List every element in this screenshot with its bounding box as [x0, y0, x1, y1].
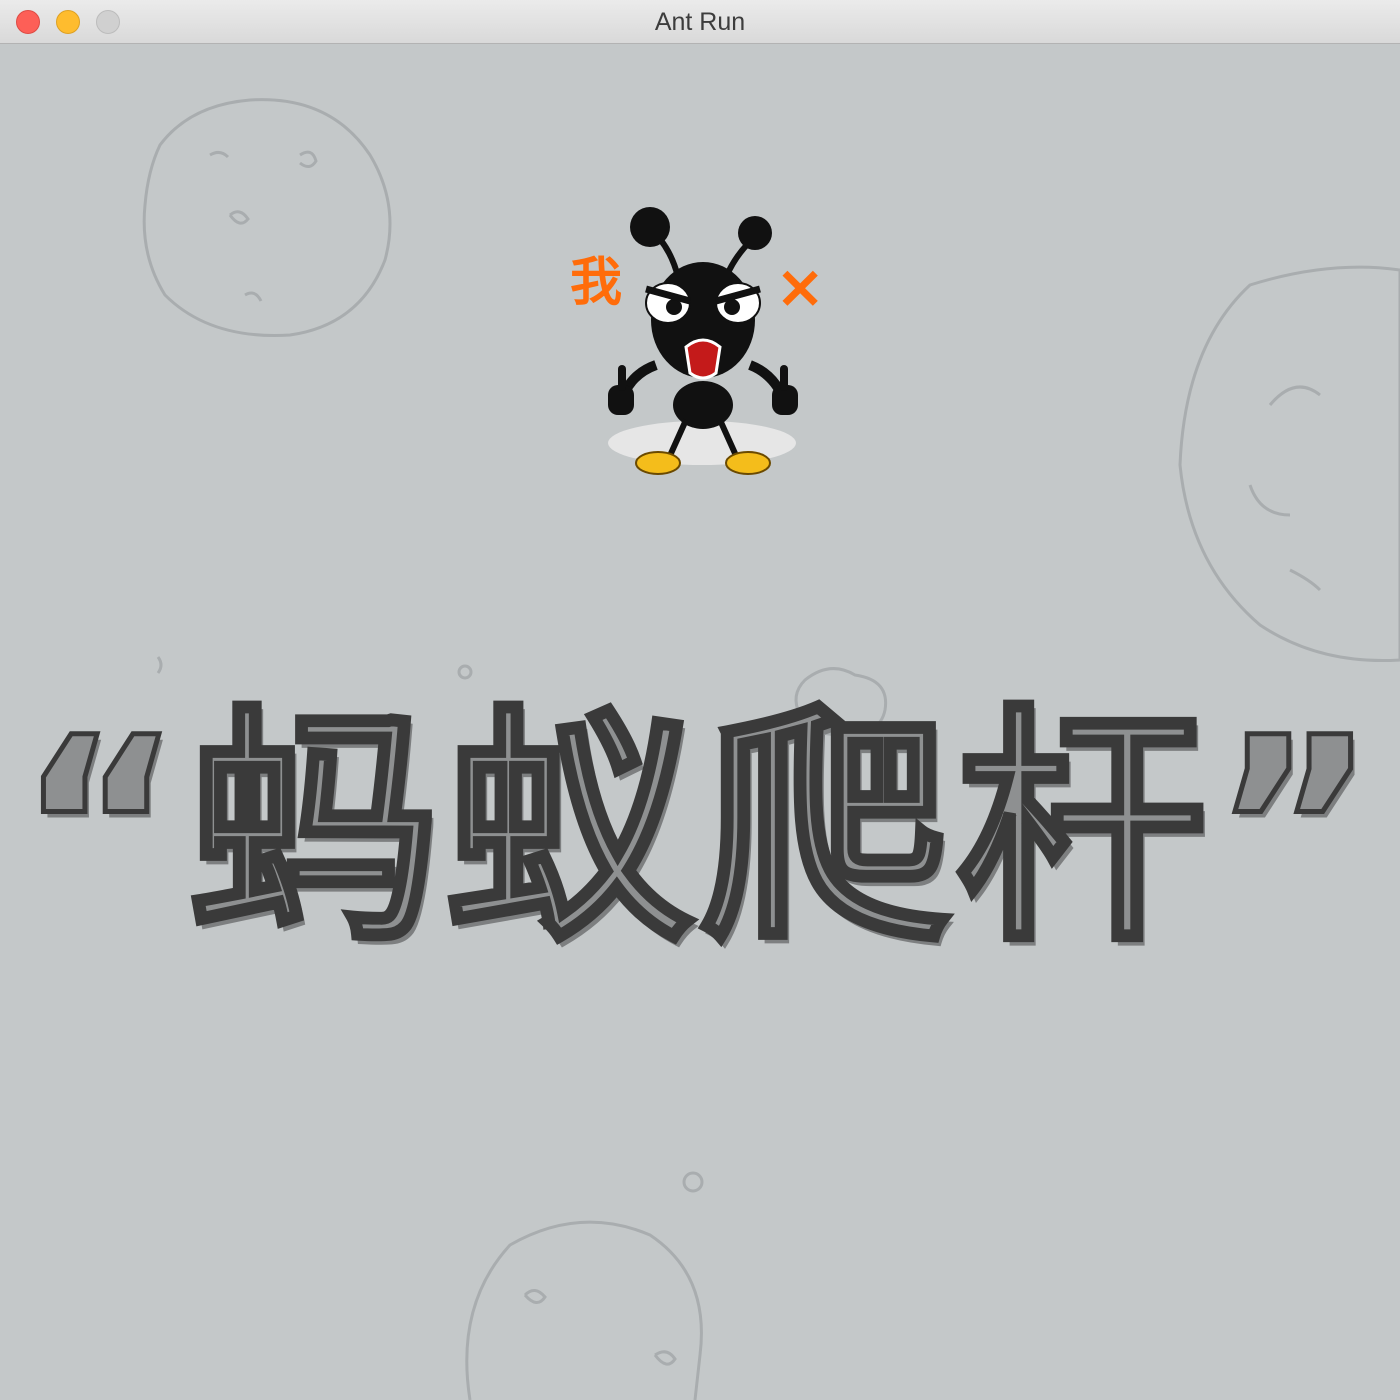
app-window: Ant Run 我 × “蚂蚁爬杆” [0, 0, 1400, 1400]
window-title: Ant Run [654, 8, 746, 36]
title-bar[interactable]: Ant Run [0, 0, 1400, 44]
game-canvas[interactable]: 我 × “蚂蚁爬杆” [0, 45, 1400, 1400]
ant-mascot-illustration [608, 207, 798, 475]
game-title: “蚂蚁爬杆” [15, 684, 1383, 975]
